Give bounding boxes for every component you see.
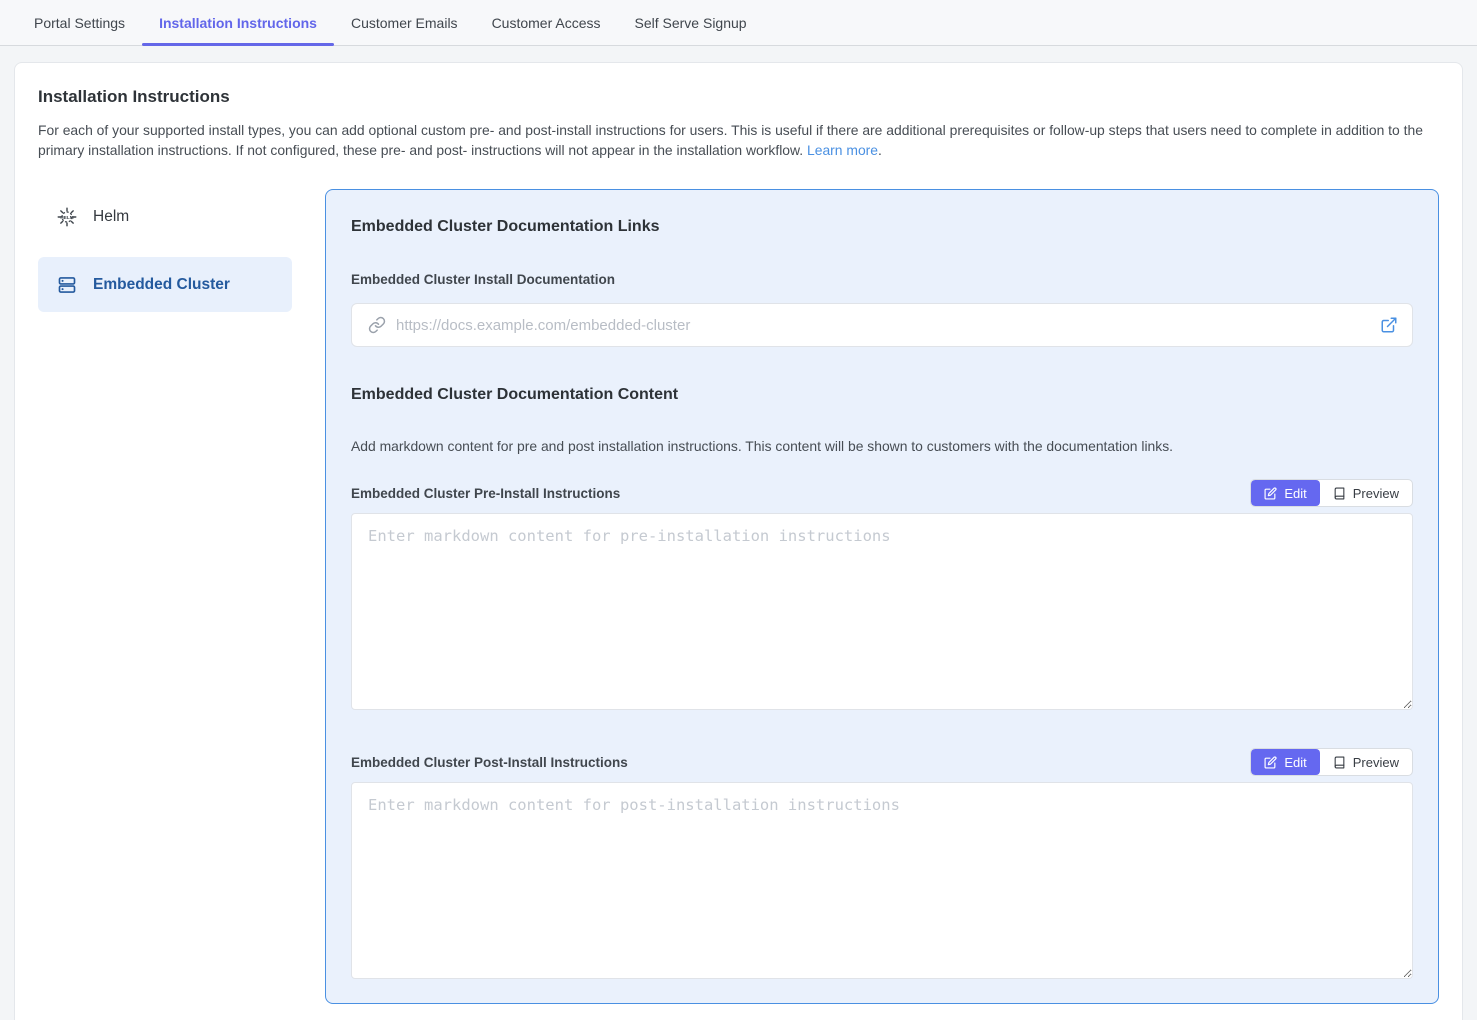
sidebar-item-embedded-cluster[interactable]: Embedded Cluster: [38, 257, 292, 312]
post-install-edit-button[interactable]: Edit: [1251, 749, 1319, 775]
server-icon: [57, 275, 77, 295]
page-title: Installation Instructions: [38, 87, 1439, 107]
edit-icon: [1264, 487, 1277, 500]
embedded-cluster-panel: Embedded Cluster Documentation Links Emb…: [325, 189, 1439, 1004]
install-doc-input-wrap: [351, 303, 1413, 347]
content-columns: HELM Helm Embedded Cluster Embedde: [38, 189, 1439, 1004]
edit-button-label: Edit: [1284, 486, 1306, 501]
tab-customer-emails[interactable]: Customer Emails: [334, 0, 475, 45]
svg-text:HELM: HELM: [60, 214, 73, 219]
documentation-content-description: Add markdown content for pre and post in…: [351, 438, 1413, 455]
post-install-label: Embedded Cluster Post-Install Instructio…: [351, 755, 628, 770]
install-doc-url-input[interactable]: [396, 317, 1380, 334]
edit-button-label: Edit: [1284, 755, 1306, 770]
post-install-mode-toggle: Edit Preview: [1250, 748, 1413, 776]
tab-bar: Portal Settings Installation Instruction…: [0, 0, 1477, 46]
tab-customer-access[interactable]: Customer Access: [475, 0, 618, 45]
preview-button-label: Preview: [1353, 755, 1399, 770]
pre-install-mode-toggle: Edit Preview: [1250, 479, 1413, 507]
page-description: For each of your supported install types…: [38, 120, 1439, 160]
external-link-icon[interactable]: [1380, 316, 1398, 334]
post-install-header-row: Embedded Cluster Post-Install Instructio…: [351, 748, 1413, 776]
pre-install-edit-button[interactable]: Edit: [1251, 480, 1319, 506]
edit-icon: [1264, 756, 1277, 769]
install-type-sidebar: HELM Helm Embedded Cluster: [38, 189, 292, 1004]
preview-button-label: Preview: [1353, 486, 1399, 501]
pre-install-header-row: Embedded Cluster Pre-Install Instruction…: [351, 479, 1413, 507]
book-icon: [1333, 756, 1346, 769]
sidebar-item-label: Helm: [93, 208, 129, 226]
sidebar-item-label: Embedded Cluster: [93, 276, 230, 294]
post-install-preview-button[interactable]: Preview: [1320, 749, 1412, 775]
page-description-text: For each of your supported install types…: [38, 122, 1423, 158]
learn-more-link[interactable]: Learn more: [807, 142, 878, 158]
content-card: Installation Instructions For each of yo…: [14, 62, 1463, 1020]
tab-self-serve-signup[interactable]: Self Serve Signup: [618, 0, 764, 45]
helm-icon: HELM: [57, 207, 77, 227]
tab-portal-settings[interactable]: Portal Settings: [17, 0, 142, 45]
post-install-textarea[interactable]: [351, 782, 1413, 979]
tab-installation-instructions[interactable]: Installation Instructions: [142, 0, 334, 45]
pre-install-preview-button[interactable]: Preview: [1320, 480, 1412, 506]
documentation-links-title: Embedded Cluster Documentation Links: [351, 218, 1413, 236]
sidebar-item-helm[interactable]: HELM Helm: [38, 189, 292, 244]
link-icon: [368, 316, 386, 334]
pre-install-textarea[interactable]: [351, 513, 1413, 710]
install-doc-label: Embedded Cluster Install Documentation: [351, 272, 1413, 287]
documentation-content-title: Embedded Cluster Documentation Content: [351, 386, 1413, 404]
pre-install-label: Embedded Cluster Pre-Install Instruction…: [351, 486, 620, 501]
page-description-period: .: [878, 142, 882, 158]
book-icon: [1333, 487, 1346, 500]
